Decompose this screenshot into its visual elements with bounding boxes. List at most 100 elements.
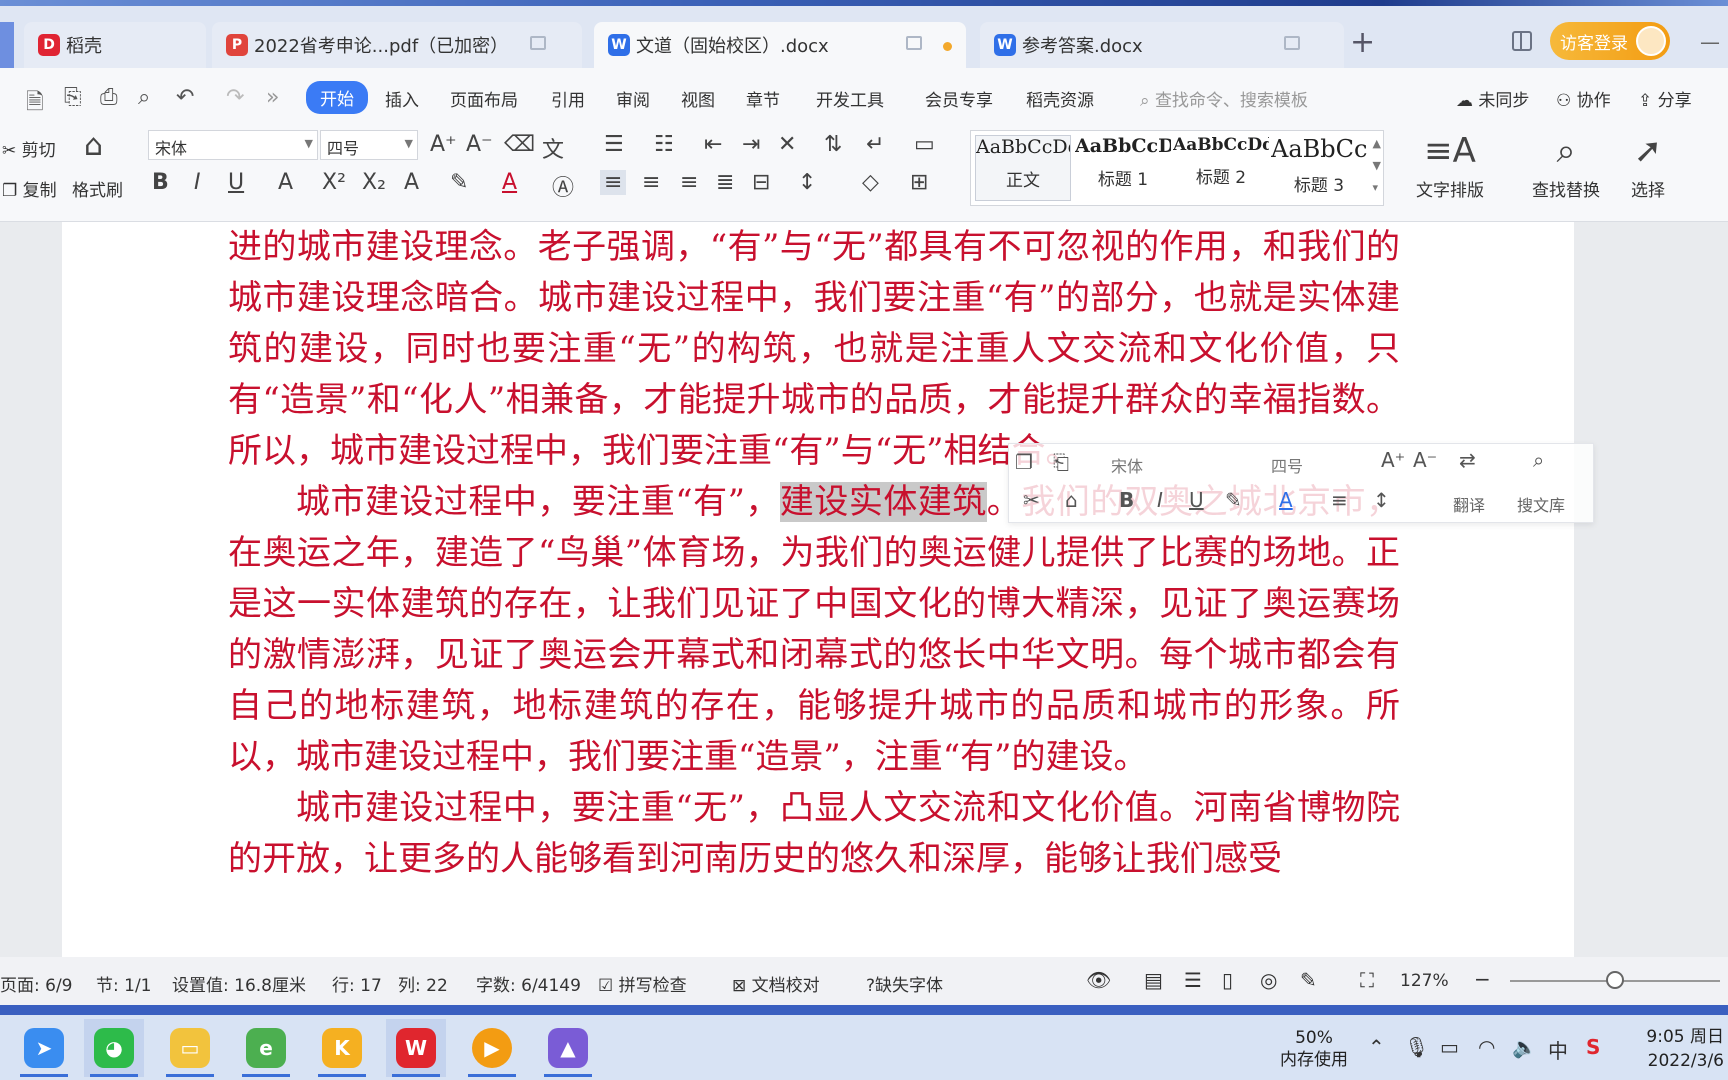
phonetic-icon[interactable]: 文 [542, 132, 564, 164]
align-icon[interactable]: ≡ [1331, 488, 1348, 512]
taskbar-explorer[interactable]: ▭ [160, 1019, 220, 1077]
new-tab-plus-icon[interactable]: + [1350, 28, 1375, 58]
page-indicator[interactable]: 页面: 6/9 [0, 971, 73, 996]
taskbar-wechat[interactable]: ◕ [84, 1019, 144, 1077]
home-tab-edge[interactable] [0, 22, 14, 68]
scissors-icon[interactable]: ✂ [1023, 488, 1040, 512]
print-icon[interactable]: ⎙ [100, 85, 118, 110]
spell-check-button[interactable]: ☑ 拼写检查 [598, 971, 687, 996]
print-preview-icon[interactable]: ⌕ [138, 85, 150, 110]
decrease-indent-icon[interactable]: ⇤ [704, 132, 722, 157]
command-search[interactable]: ⌕ 查找命令、搜索模板 [1140, 86, 1308, 111]
menu-insert[interactable]: 插入 [385, 86, 419, 111]
increase-indent-icon[interactable]: ⇥ [742, 132, 760, 157]
font-color-icon[interactable]: A [1279, 488, 1293, 512]
translate-label[interactable]: 翻译 [1453, 492, 1485, 516]
style-heading-3[interactable]: AaBbCc 标题 3 [1271, 135, 1367, 201]
copy-icon[interactable]: ❐ [1015, 450, 1033, 474]
select-button[interactable]: ➚ 选择 [1618, 126, 1678, 201]
menu-member[interactable]: 会员专享 [925, 86, 993, 111]
search-library-icon[interactable]: ⌕ [1533, 448, 1544, 472]
justify-icon[interactable]: ≣ [716, 170, 734, 195]
underline-icon[interactable]: U [228, 170, 244, 195]
taskbar-player[interactable]: ▶ [462, 1019, 522, 1077]
clear-format-icon[interactable]: ⌫ [504, 132, 535, 157]
sync-status[interactable]: ☁ 未同步 [1456, 86, 1529, 111]
highlight-icon[interactable]: ✎ [1225, 488, 1242, 512]
reading-view-icon[interactable]: ▯ [1222, 968, 1233, 992]
chevron-up-icon[interactable]: ⌃ [1368, 1035, 1385, 1059]
taskbar-kugou[interactable]: K [312, 1019, 372, 1077]
align-left-icon[interactable]: ≡ [600, 170, 627, 195]
numbering-icon[interactable]: ☷ [654, 132, 674, 157]
bold-icon[interactable]: B [1119, 488, 1134, 512]
tab-daoke[interactable]: D 稻壳 [24, 22, 206, 68]
format-painter-icon[interactable]: ⌂ [1065, 488, 1078, 512]
visitor-login-button[interactable]: 访客登录 [1550, 22, 1670, 60]
grow-font-icon[interactable]: A⁺ [430, 132, 457, 157]
menu-references[interactable]: 引用 [551, 86, 585, 111]
mini-font-combo[interactable]: 宋体 [1107, 450, 1257, 478]
outline-view-icon[interactable]: ☰ [1184, 968, 1202, 992]
align-right-icon[interactable]: ≡ [680, 170, 698, 195]
show-marks-icon[interactable]: ↵ [866, 132, 884, 157]
taskbar-photos[interactable]: ▲ [538, 1019, 598, 1077]
undo-icon[interactable]: ↶ [176, 85, 194, 110]
line-spacing-icon[interactable]: ↕ [798, 170, 816, 195]
shrink-font-icon[interactable]: A⁻ [466, 132, 493, 157]
paragraph-3[interactable]: 城市建设过程中，要注重“无”，凸显人文交流和文化价值。河南省博物院的开放，让更多… [228, 783, 1400, 885]
eye-icon[interactable]: 👁 [1086, 968, 1111, 992]
copy-button[interactable]: ❐ 复制 [2, 176, 57, 201]
save-icon[interactable]: 🗎 [26, 85, 44, 123]
memory-usage[interactable]: 50% 内存使用 [1280, 1027, 1348, 1071]
battery-icon[interactable]: ▭ [1440, 1035, 1459, 1059]
proofread-button[interactable]: ⊠ 文档校对 [732, 971, 820, 996]
distribute-icon[interactable]: ⊟ [752, 170, 770, 195]
missing-font-button[interactable]: ?缺失字体 [866, 971, 943, 996]
window-icon[interactable] [1284, 36, 1300, 50]
taskbar-ie[interactable]: e [236, 1019, 296, 1077]
highlight-icon[interactable]: ✎ [450, 170, 468, 195]
window-icon[interactable] [906, 36, 922, 50]
format-painter-icon[interactable]: ⌂ [84, 128, 103, 163]
menu-view[interactable]: 视图 [681, 86, 715, 111]
tab-wendao-docx[interactable]: W 文道（固始校区）.docx [594, 22, 966, 68]
italic-icon[interactable]: I [194, 170, 201, 195]
sort-icon[interactable]: ⇅ [824, 132, 842, 157]
translate-icon[interactable]: ⇄ [1459, 448, 1476, 472]
italic-icon[interactable]: I [1157, 488, 1163, 512]
shading-icon[interactable]: ◇ [862, 170, 879, 195]
bold-icon[interactable]: B [152, 170, 169, 195]
superscript-icon[interactable]: X² [322, 170, 346, 195]
chinese-layout-icon[interactable]: ✕ [778, 132, 796, 157]
shrink-font-icon[interactable]: A⁻ [1413, 448, 1437, 472]
sogou-icon[interactable]: S [1586, 1035, 1600, 1059]
style-heading-2[interactable]: AaBbCcDd 标题 2 [1173, 135, 1269, 201]
align-center-icon[interactable]: ≡ [642, 170, 660, 195]
styles-scroll[interactable]: ▲ ▼ ▾ [1373, 133, 1381, 199]
paste-icon[interactable]: ⎗ [1053, 450, 1069, 474]
search-library-label[interactable]: 搜文库 [1517, 492, 1565, 516]
export-pdf-icon[interactable]: ⎘ [64, 85, 82, 110]
redo-icon[interactable]: ↷ [226, 85, 244, 110]
ime-indicator[interactable]: 中 [1548, 1035, 1568, 1064]
taskbar-feishu[interactable]: ➤ [14, 1019, 74, 1077]
paragraph-1[interactable]: 进的城市建设理念。老子强调，“有”与“无”都具有不可忽视的作用，和我们的城市建设… [228, 222, 1400, 477]
fit-page-icon[interactable]: ⛶ [1360, 968, 1374, 992]
taskbar-wps[interactable]: W [386, 1019, 446, 1077]
share-button[interactable]: ⇪ 分享 [1638, 86, 1692, 111]
menu-developer[interactable]: 开发工具 [816, 86, 884, 111]
char-border-icon[interactable]: Ⓐ [552, 170, 574, 202]
menu-page-layout[interactable]: 页面布局 [450, 86, 518, 111]
wifi-icon[interactable]: ◠ [1478, 1035, 1495, 1059]
close-icon[interactable]: — [1700, 30, 1720, 54]
format-painter-label[interactable]: 格式刷 [72, 176, 123, 201]
document-body[interactable]: 进的城市建设理念。老子强调，“有”与“无”都具有不可忽视的作用，和我们的城市建设… [228, 222, 1400, 885]
menu-home[interactable]: 开始 [306, 81, 368, 114]
find-replace-button[interactable]: ⌕ 查找替换 [1516, 126, 1616, 201]
zoom-level[interactable]: 127% [1400, 971, 1449, 991]
page-view-icon[interactable]: ▤ [1144, 968, 1163, 992]
pen-icon[interactable]: ✎ [1300, 968, 1317, 992]
zoom-out-icon[interactable]: − [1474, 967, 1491, 991]
clock[interactable]: 9:05 周日 2022/3/6 [1640, 1025, 1724, 1073]
